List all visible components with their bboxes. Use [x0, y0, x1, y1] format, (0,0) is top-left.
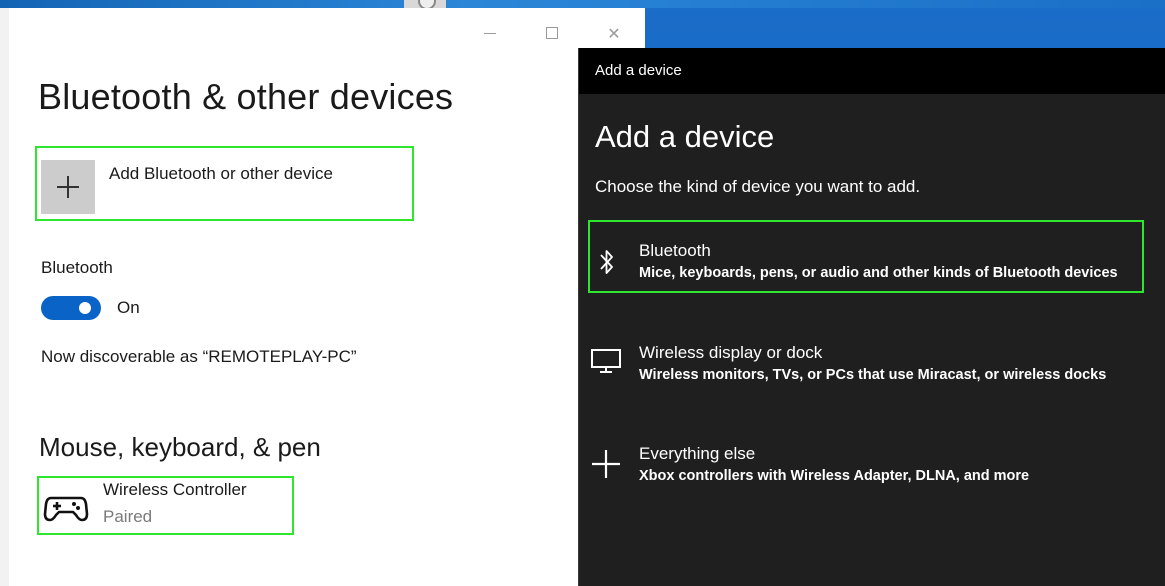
dialog-titlebar: Add a device [579, 48, 1165, 94]
option-wireless-display-desc: Wireless monitors, TVs, or PCs that use … [639, 367, 1107, 383]
bluetooth-icon [600, 250, 613, 274]
monitor-icon [591, 349, 621, 373]
maximize-icon [546, 27, 558, 39]
settings-nav-edge [0, 8, 9, 586]
minimize-icon [484, 32, 496, 34]
device-name: Wireless Controller [103, 480, 247, 499]
option-wireless-display-title: Wireless display or dock [639, 343, 823, 362]
window-controls: ✕ [459, 18, 645, 48]
toggle-knob [79, 302, 91, 314]
option-everything-else-desc: Xbox controllers with Wireless Adapter, … [639, 468, 1030, 484]
toggle-state-label: On [117, 298, 140, 317]
plus-icon-vertical [67, 176, 69, 198]
device-status: Paired [103, 507, 153, 526]
plus-icon [592, 450, 620, 478]
desktop-top-strip [0, 0, 1165, 8]
maximize-button[interactable] [521, 18, 583, 48]
minimize-button[interactable] [459, 18, 521, 48]
close-icon: ✕ [607, 23, 621, 43]
add-device-dialog: Add a device Add a device Choose the kin… [578, 48, 1165, 586]
section-title-mouse-keyboard: Mouse, keyboard, & pen [39, 432, 321, 462]
bluetooth-label: Bluetooth [41, 258, 113, 277]
option-bluetooth-title: Bluetooth [639, 241, 711, 260]
page-title: Bluetooth & other devices [38, 76, 454, 117]
close-button[interactable]: ✕ [583, 18, 645, 48]
background-window-icon [404, 0, 446, 10]
dialog-titlebar-text: Add a device [595, 62, 682, 79]
add-device-label[interactable]: Add Bluetooth or other device [109, 164, 333, 184]
option-everything-else-title: Everything else [639, 444, 756, 463]
dialog-heading: Add a device [595, 119, 775, 154]
gamepad-icon [43, 496, 89, 522]
discoverable-text: Now discoverable as “REMOTEPLAY-PC” [41, 347, 357, 366]
dialog-subtitle: Choose the kind of device you want to ad… [595, 177, 921, 196]
option-everything-else[interactable] [588, 434, 1144, 494]
bluetooth-toggle[interactable] [41, 296, 101, 320]
option-bluetooth-desc: Mice, keyboards, pens, or audio and othe… [639, 265, 1118, 281]
add-device-tile[interactable] [41, 160, 95, 214]
